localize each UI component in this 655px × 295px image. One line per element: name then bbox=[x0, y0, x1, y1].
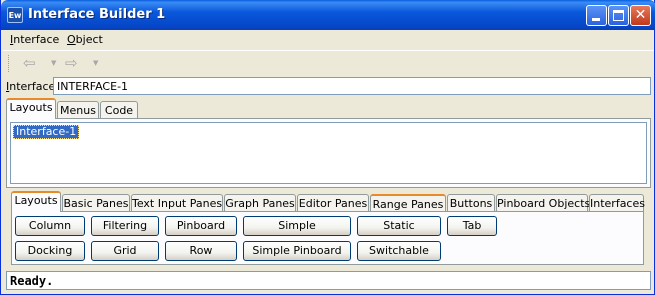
toolbar: ⇦ ▼ ⇨ ▼ bbox=[3, 50, 654, 76]
back-dropdown-icon[interactable]: ▼ bbox=[51, 59, 56, 67]
minimize-icon bbox=[592, 18, 600, 21]
palette-panel: Column Filtering Pinboard Simple Static … bbox=[11, 211, 644, 265]
docking-button[interactable]: Docking bbox=[15, 241, 85, 261]
menu-bar: Interface Object bbox=[3, 30, 654, 49]
grid-button[interactable]: Grid bbox=[91, 241, 159, 261]
menu-interface[interactable]: Interface bbox=[10, 33, 59, 46]
palette-tab-layouts[interactable]: Layouts bbox=[11, 191, 61, 212]
interface-label: Interface: bbox=[6, 80, 59, 93]
status-text: Ready. bbox=[10, 274, 54, 288]
filtering-button[interactable]: Filtering bbox=[91, 216, 159, 236]
interface-name-input[interactable] bbox=[53, 77, 651, 95]
main-window: Ew Interface Builder 1 ✕ Interface Objec… bbox=[0, 0, 655, 295]
layouts-list[interactable]: Interface-1 bbox=[10, 122, 647, 184]
menu-object[interactable]: Object bbox=[67, 33, 103, 46]
simple-button[interactable]: Simple bbox=[243, 216, 351, 236]
back-arrow-icon[interactable]: ⇦ bbox=[23, 54, 36, 74]
column-button[interactable]: Column bbox=[15, 216, 85, 236]
layout-item-interface-1[interactable]: Interface-1 bbox=[13, 125, 80, 139]
minimize-button[interactable] bbox=[586, 5, 607, 26]
tab-layout-button[interactable]: Tab bbox=[447, 216, 497, 236]
maximize-button[interactable] bbox=[608, 5, 629, 26]
forward-arrow-icon[interactable]: ⇨ bbox=[65, 54, 78, 74]
simple-pinboard-button[interactable]: Simple Pinboard bbox=[243, 241, 351, 261]
interface-label-text: nterface: bbox=[9, 80, 59, 93]
pinboard-button[interactable]: Pinboard bbox=[165, 216, 237, 236]
close-button[interactable]: ✕ bbox=[630, 5, 651, 26]
status-bar: Ready. bbox=[6, 271, 651, 290]
menu-object-label: bject bbox=[75, 33, 103, 46]
static-button[interactable]: Static bbox=[357, 216, 441, 236]
maximize-icon bbox=[613, 10, 624, 21]
menu-object-mnemonic: O bbox=[67, 33, 76, 46]
forward-dropdown-icon[interactable]: ▼ bbox=[93, 59, 98, 67]
layouts-panel: Interface-1 bbox=[6, 118, 651, 188]
toolbar-grip[interactable] bbox=[8, 55, 12, 72]
close-icon: ✕ bbox=[634, 7, 647, 23]
title-bar[interactable]: Ew Interface Builder 1 ✕ bbox=[1, 0, 655, 30]
tab-layouts[interactable]: Layouts bbox=[6, 98, 56, 119]
switchable-button[interactable]: Switchable bbox=[357, 241, 441, 261]
row-button[interactable]: Row bbox=[165, 241, 237, 261]
menu-interface-label: nterface bbox=[13, 33, 60, 46]
window-title: Interface Builder 1 bbox=[28, 7, 166, 22]
app-icon: Ew bbox=[7, 7, 23, 23]
